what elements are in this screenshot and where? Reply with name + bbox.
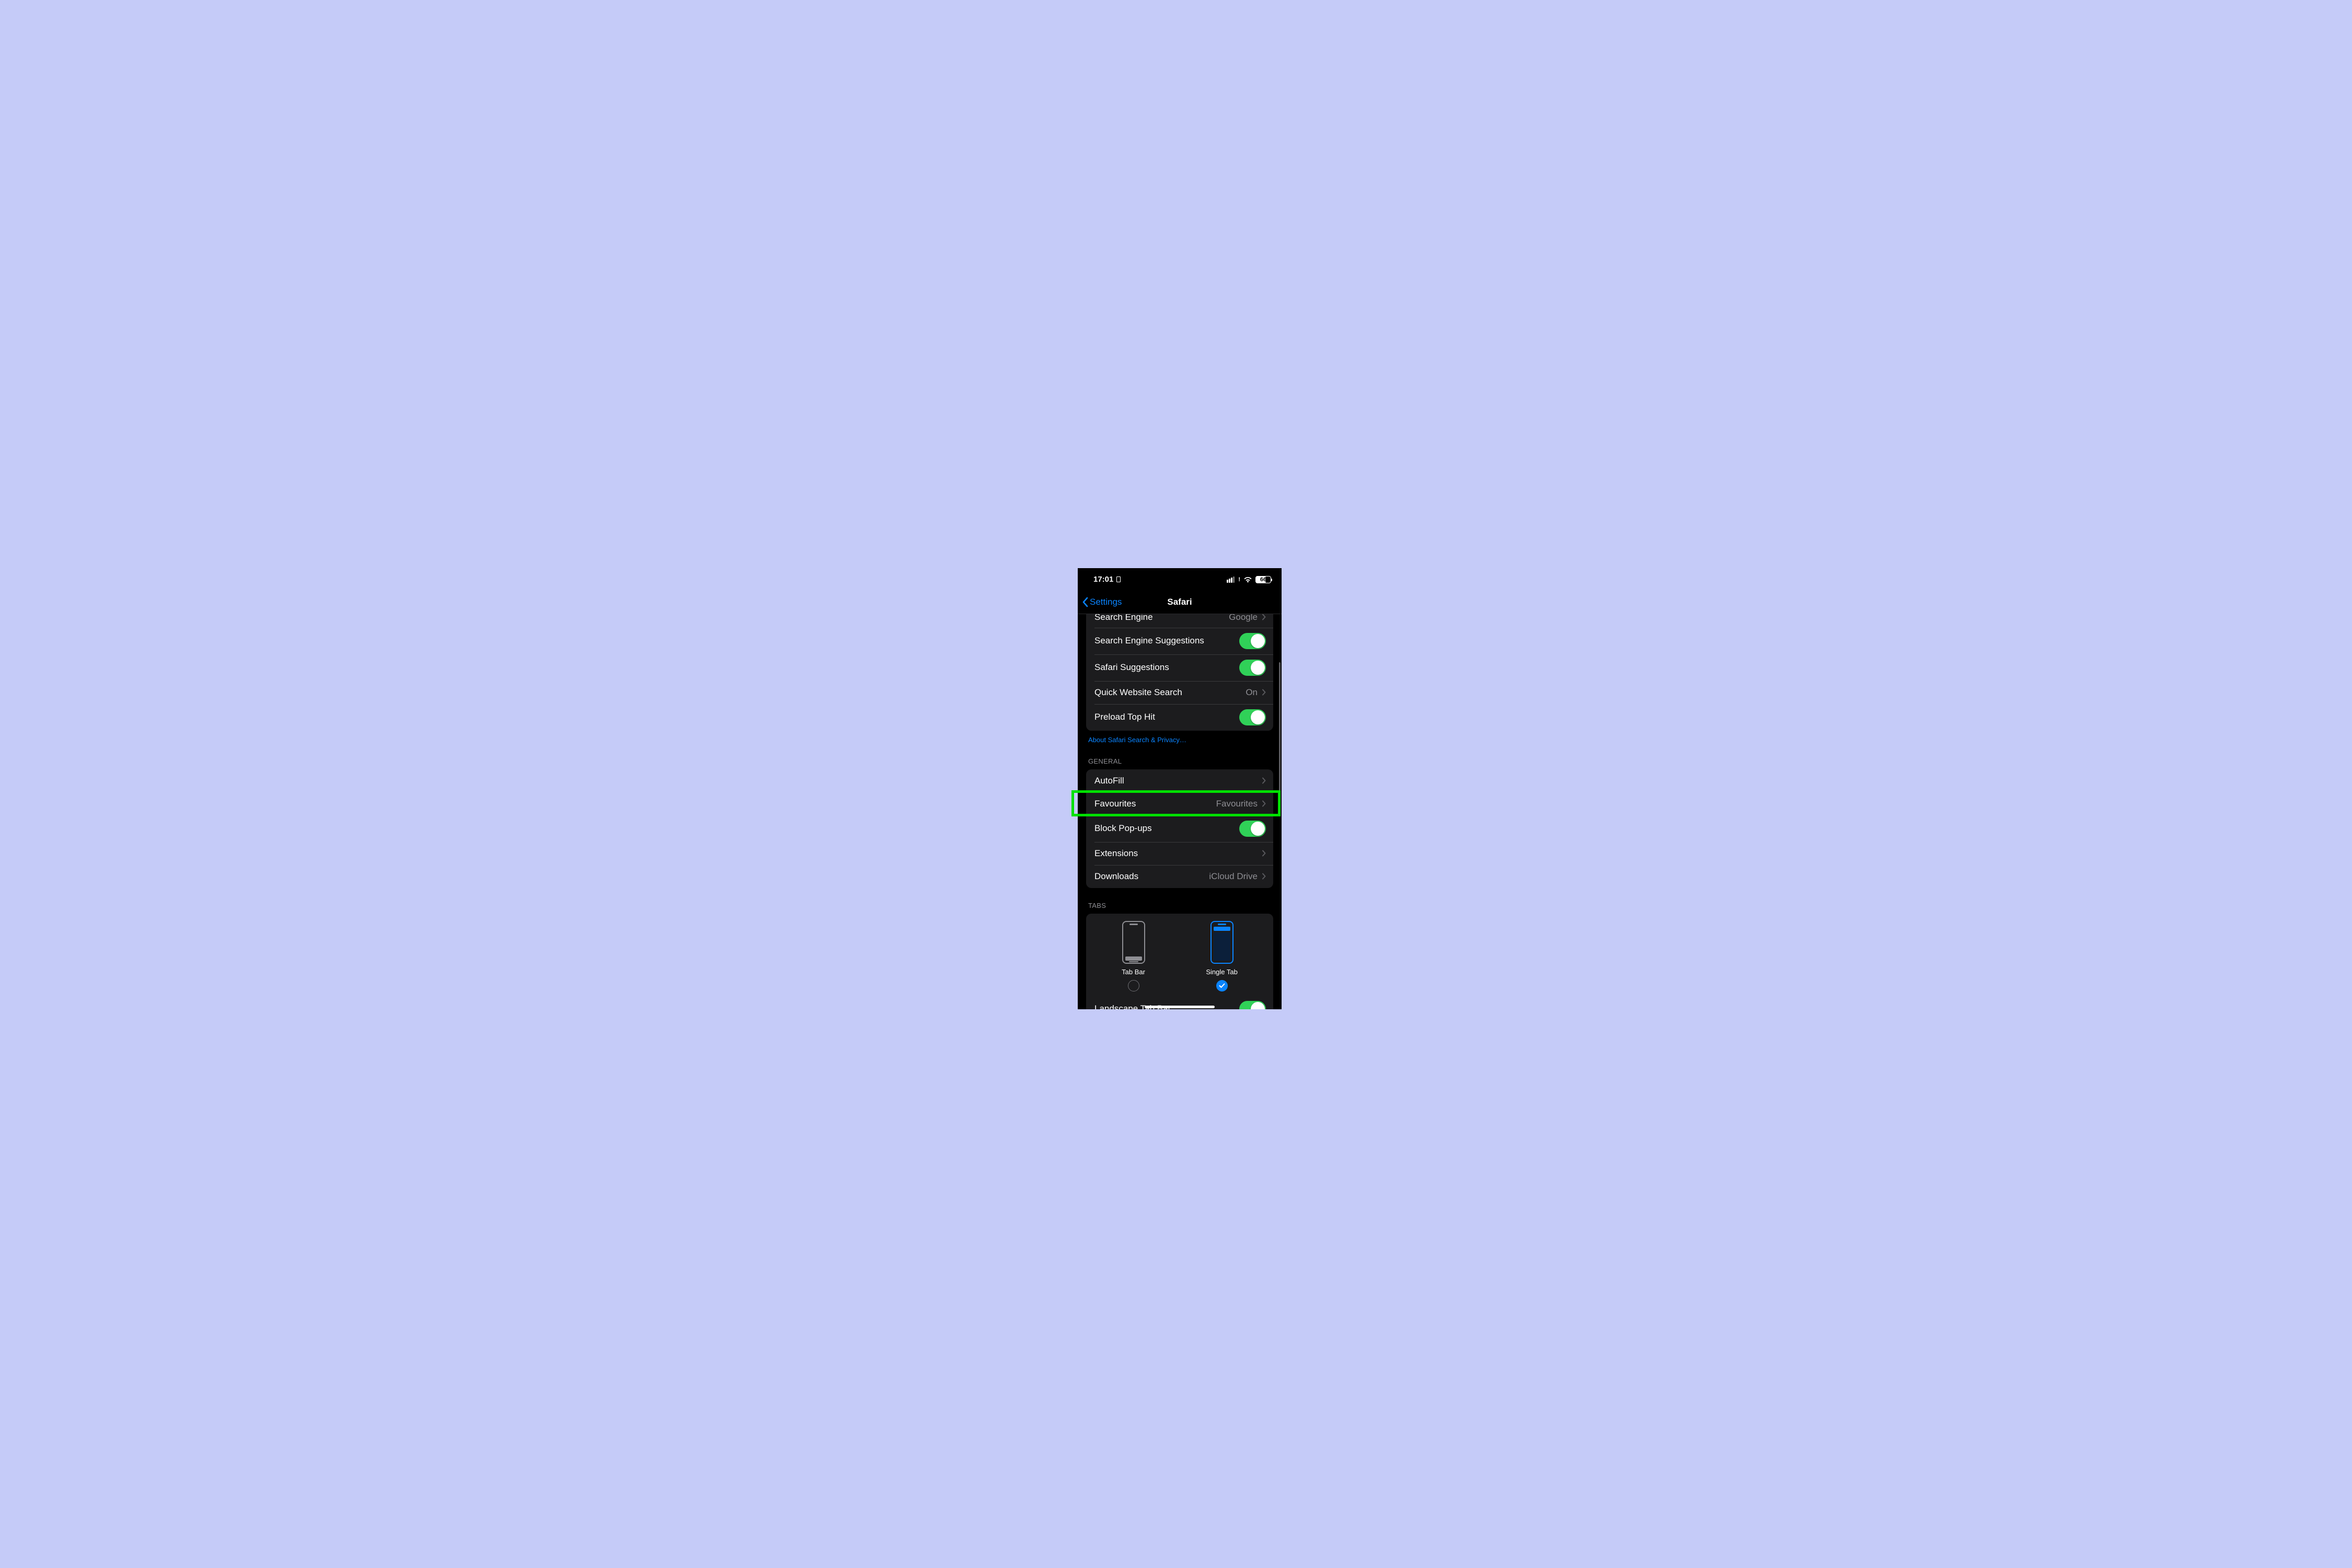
toggle-block-popups[interactable] (1239, 821, 1266, 837)
scroll-area[interactable]: Search Engine Google Search Engine Sugge… (1078, 614, 1282, 1009)
row-favourites[interactable]: Favourites Favourites (1086, 792, 1273, 815)
chevron-right-icon (1262, 689, 1266, 696)
row-label: AutoFill (1094, 776, 1124, 786)
back-button[interactable]: Settings (1078, 597, 1122, 607)
status-bar: 17:01 ! 66 (1078, 568, 1282, 591)
nav-bar: Settings Safari (1078, 591, 1282, 614)
toggle-search-engine-suggestions[interactable] (1239, 633, 1266, 649)
section-header-general: General (1086, 744, 1273, 769)
row-label: Preload Top Hit (1094, 712, 1155, 722)
tab-bar-preview-icon (1122, 921, 1145, 964)
row-block-popups[interactable]: Block Pop-ups (1086, 815, 1273, 842)
row-detail: On (1246, 687, 1258, 698)
wifi-icon (1243, 577, 1252, 583)
row-detail: Google (1229, 614, 1258, 622)
row-safari-suggestions[interactable]: Safari Suggestions (1086, 654, 1273, 681)
row-autofill[interactable]: AutoFill (1086, 769, 1273, 792)
radio-unchecked-icon[interactable] (1128, 980, 1139, 991)
cellular-signal-icon (1227, 577, 1235, 583)
tab-option-label: Tab Bar (1122, 968, 1145, 976)
status-time: 17:01 (1093, 575, 1113, 584)
home-indicator[interactable] (1145, 1006, 1215, 1008)
tabs-settings-group: Tab Bar Single Tab Landscape Tab (1086, 914, 1273, 1009)
chevron-right-icon (1262, 873, 1266, 880)
tab-layout-option-single-tab[interactable]: Single Tab (1206, 921, 1237, 991)
toggle-landscape-tab-bar[interactable] (1239, 1001, 1266, 1009)
back-label: Settings (1090, 597, 1122, 607)
row-label: Search Engine (1094, 614, 1153, 622)
phone-screen: 17:01 ! 66 Setti (1078, 568, 1282, 1009)
row-label: Downloads (1094, 871, 1138, 882)
signal-alert-icon: ! (1238, 577, 1240, 583)
chevron-right-icon (1262, 850, 1266, 857)
card-icon (1116, 577, 1121, 582)
about-safari-search-privacy-link[interactable]: About Safari Search & Privacy… (1086, 731, 1273, 744)
chevron-right-icon (1262, 777, 1266, 784)
row-search-engine-suggestions[interactable]: Search Engine Suggestions (1086, 628, 1273, 654)
single-tab-preview-icon (1210, 921, 1233, 964)
row-label: Safari Suggestions (1094, 662, 1169, 673)
toggle-preload-top-hit[interactable] (1239, 709, 1266, 725)
chevron-right-icon (1262, 614, 1266, 621)
row-downloads[interactable]: Downloads iCloud Drive (1086, 865, 1273, 888)
row-label: Search Engine Suggestions (1094, 636, 1204, 646)
search-settings-group: Search Engine Google Search Engine Sugge… (1086, 614, 1273, 731)
tab-layout-option-tab-bar[interactable]: Tab Bar (1122, 921, 1145, 991)
battery-icon: 66 (1255, 576, 1271, 583)
row-detail: iCloud Drive (1209, 871, 1258, 882)
tab-option-label: Single Tab (1206, 968, 1237, 976)
row-search-engine[interactable]: Search Engine Google (1086, 614, 1273, 628)
row-extensions[interactable]: Extensions (1086, 842, 1273, 865)
chevron-left-icon (1082, 597, 1089, 607)
battery-percent: 66 (1260, 577, 1266, 583)
chevron-right-icon (1262, 800, 1266, 807)
toggle-safari-suggestions[interactable] (1239, 660, 1266, 676)
row-label: Favourites (1094, 799, 1136, 809)
row-label: Quick Website Search (1094, 687, 1182, 698)
row-label: Extensions (1094, 848, 1138, 859)
general-settings-group: AutoFill Favourites Favourites Block Pop… (1086, 769, 1273, 888)
row-quick-website-search[interactable]: Quick Website Search On (1086, 681, 1273, 704)
row-detail: Favourites (1216, 799, 1258, 809)
row-preload-top-hit[interactable]: Preload Top Hit (1086, 704, 1273, 731)
radio-checked-icon[interactable] (1216, 980, 1228, 991)
scroll-indicator[interactable] (1279, 662, 1281, 803)
row-label: Block Pop-ups (1094, 823, 1152, 834)
section-header-tabs: Tabs (1086, 888, 1273, 914)
